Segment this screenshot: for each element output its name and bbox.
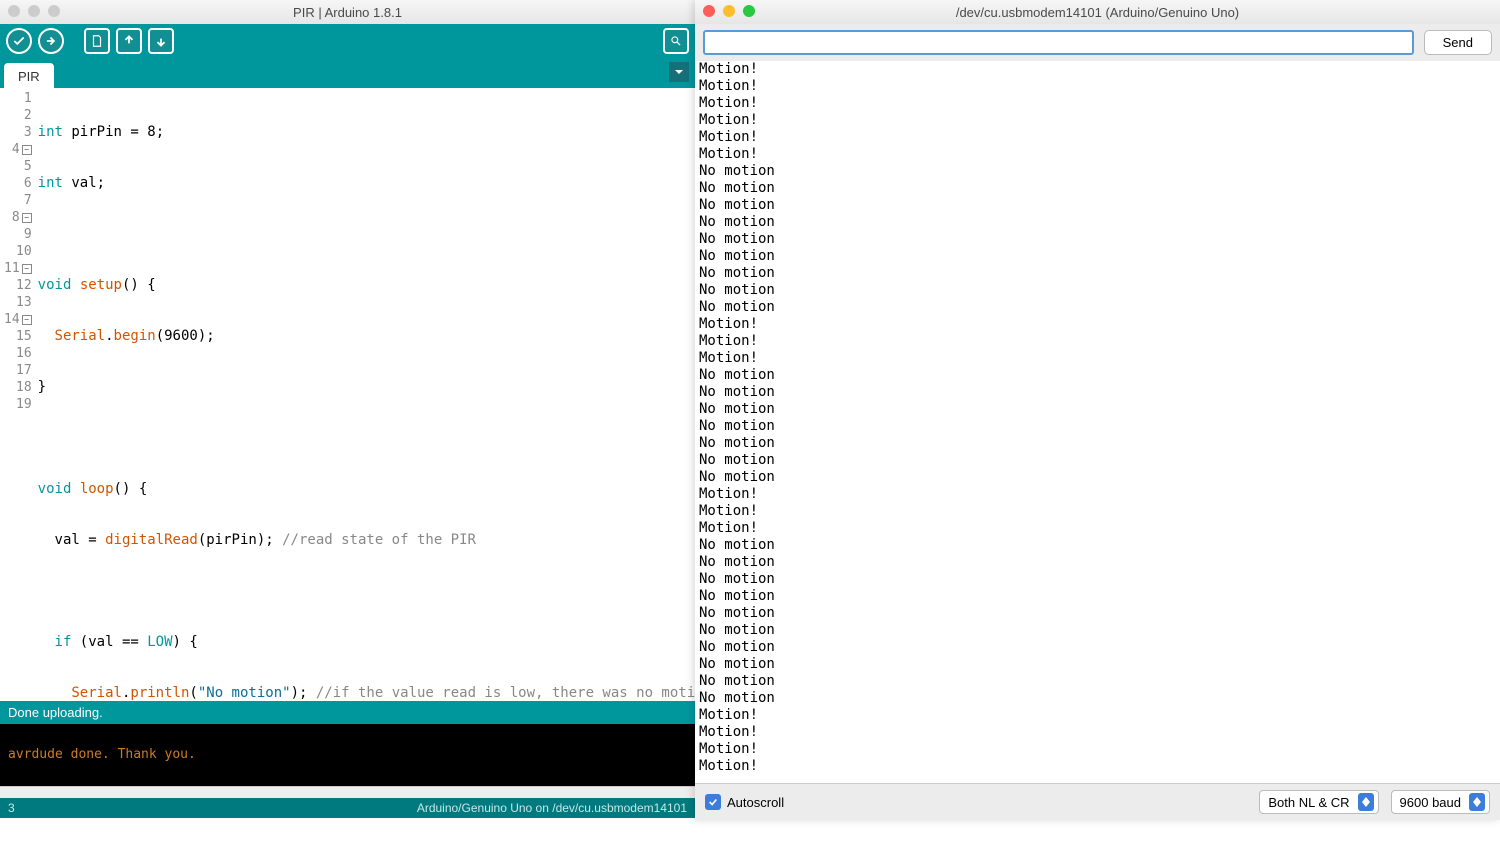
send-row: Send bbox=[695, 24, 1500, 61]
autoscroll-checkbox[interactable]: Autoscroll bbox=[705, 794, 784, 810]
serial-output-line: No motion bbox=[699, 605, 1496, 622]
serial-output-line: No motion bbox=[699, 384, 1496, 401]
chevron-updown-icon bbox=[1358, 793, 1374, 811]
close-icon[interactable] bbox=[8, 5, 20, 17]
serial-titlebar[interactable]: /dev/cu.usbmodem14101 (Arduino/Genuino U… bbox=[695, 0, 1500, 24]
arduino-ide-window: PIR | Arduino 1.8.1 PIR 1 2 3 4− 5 6 7 8… bbox=[0, 0, 695, 818]
serial-output-line: No motion bbox=[699, 435, 1496, 452]
serial-output-line: Motion! bbox=[699, 78, 1496, 95]
board-port-label: Arduino/Genuino Uno on /dev/cu.usbmodem1… bbox=[417, 801, 687, 815]
serial-output-line: No motion bbox=[699, 622, 1496, 639]
line-ending-select[interactable]: Both NL & CR bbox=[1259, 790, 1378, 814]
serial-output-line: No motion bbox=[699, 571, 1496, 588]
serial-bottombar: Autoscroll Both NL & CR 9600 baud bbox=[695, 783, 1500, 820]
horizontal-scrollbar[interactable] bbox=[0, 786, 695, 798]
baud-select[interactable]: 9600 baud bbox=[1391, 790, 1490, 814]
serial-output-line: No motion bbox=[699, 588, 1496, 605]
cursor-position: 3 bbox=[8, 801, 15, 815]
ide-tabbar: PIR bbox=[0, 58, 695, 88]
ide-title: PIR | Arduino 1.8.1 bbox=[293, 5, 402, 20]
serial-output-line: Motion! bbox=[699, 707, 1496, 724]
serial-output-line: Motion! bbox=[699, 146, 1496, 163]
serial-output-line: Motion! bbox=[699, 758, 1496, 775]
build-console[interactable]: avrdude done. Thank you. bbox=[0, 724, 695, 786]
serial-output-line: No motion bbox=[699, 282, 1496, 299]
code-content[interactable]: int pirPin = 8; int val; void setup() { … bbox=[34, 88, 695, 701]
fold-icon[interactable]: − bbox=[22, 264, 32, 274]
status-bar: Done uploading. bbox=[0, 701, 695, 724]
serial-output-line: Motion! bbox=[699, 503, 1496, 520]
serial-output-line: No motion bbox=[699, 197, 1496, 214]
serial-output-line: No motion bbox=[699, 452, 1496, 469]
serial-output-line: Motion! bbox=[699, 350, 1496, 367]
serial-output-line: Motion! bbox=[699, 724, 1496, 741]
serial-output-line: No motion bbox=[699, 299, 1496, 316]
fold-icon[interactable]: − bbox=[22, 145, 32, 155]
code-editor[interactable]: 1 2 3 4− 5 6 7 8− 9 10 11− 12 13 14− 15 … bbox=[0, 88, 695, 701]
send-button[interactable]: Send bbox=[1424, 30, 1492, 55]
fold-icon[interactable]: − bbox=[22, 315, 32, 325]
serial-output-line: No motion bbox=[699, 248, 1496, 265]
verify-button[interactable] bbox=[6, 28, 32, 54]
check-icon bbox=[705, 794, 721, 810]
serial-output-line: No motion bbox=[699, 537, 1496, 554]
serial-input[interactable] bbox=[703, 30, 1414, 55]
serial-title: /dev/cu.usbmodem14101 (Arduino/Genuino U… bbox=[956, 5, 1239, 20]
ide-footer: 3 Arduino/Genuino Uno on /dev/cu.usbmode… bbox=[0, 798, 695, 818]
minimize-icon[interactable] bbox=[28, 5, 40, 17]
zoom-icon[interactable] bbox=[48, 5, 60, 17]
serial-output-line: Motion! bbox=[699, 129, 1496, 146]
serial-output-line: No motion bbox=[699, 673, 1496, 690]
serial-output[interactable]: Motion!Motion!Motion!Motion!Motion!Motio… bbox=[695, 61, 1500, 783]
tab-menu-button[interactable] bbox=[669, 62, 689, 82]
zoom-icon[interactable] bbox=[743, 5, 755, 17]
serial-monitor-window: /dev/cu.usbmodem14101 (Arduino/Genuino U… bbox=[695, 0, 1500, 820]
serial-output-line: No motion bbox=[699, 639, 1496, 656]
serial-output-line: Motion! bbox=[699, 741, 1496, 758]
serial-monitor-button[interactable] bbox=[663, 28, 689, 54]
serial-output-line: No motion bbox=[699, 180, 1496, 197]
line-gutter: 1 2 3 4− 5 6 7 8− 9 10 11− 12 13 14− 15 … bbox=[0, 88, 34, 701]
console-line: avrdude done. Thank you. bbox=[8, 747, 687, 762]
serial-output-line: Motion! bbox=[699, 520, 1496, 537]
serial-output-line: Motion! bbox=[699, 61, 1496, 78]
minimize-icon[interactable] bbox=[723, 5, 735, 17]
chevron-updown-icon bbox=[1469, 793, 1485, 811]
serial-output-line: No motion bbox=[699, 163, 1496, 180]
close-icon[interactable] bbox=[703, 5, 715, 17]
serial-output-line: No motion bbox=[699, 265, 1496, 282]
serial-output-line: No motion bbox=[699, 418, 1496, 435]
serial-output-line: No motion bbox=[699, 554, 1496, 571]
serial-output-line: No motion bbox=[699, 690, 1496, 707]
upload-button[interactable] bbox=[38, 28, 64, 54]
sketch-tab[interactable]: PIR bbox=[4, 63, 54, 88]
serial-output-line: Motion! bbox=[699, 333, 1496, 350]
save-button[interactable] bbox=[148, 28, 174, 54]
autoscroll-label: Autoscroll bbox=[727, 795, 784, 810]
open-button[interactable] bbox=[116, 28, 142, 54]
serial-output-line: Motion! bbox=[699, 486, 1496, 503]
serial-output-line: Motion! bbox=[699, 316, 1496, 333]
serial-output-line: No motion bbox=[699, 231, 1496, 248]
serial-output-line: No motion bbox=[699, 656, 1496, 673]
serial-output-line: Motion! bbox=[699, 95, 1496, 112]
fold-icon[interactable]: − bbox=[22, 213, 32, 223]
serial-output-line: No motion bbox=[699, 401, 1496, 418]
ide-titlebar[interactable]: PIR | Arduino 1.8.1 bbox=[0, 0, 695, 24]
serial-output-line: No motion bbox=[699, 469, 1496, 486]
serial-output-line: Motion! bbox=[699, 112, 1496, 129]
serial-output-line: No motion bbox=[699, 367, 1496, 384]
new-button[interactable] bbox=[84, 28, 110, 54]
ide-toolbar bbox=[0, 24, 695, 58]
serial-output-line: No motion bbox=[699, 214, 1496, 231]
